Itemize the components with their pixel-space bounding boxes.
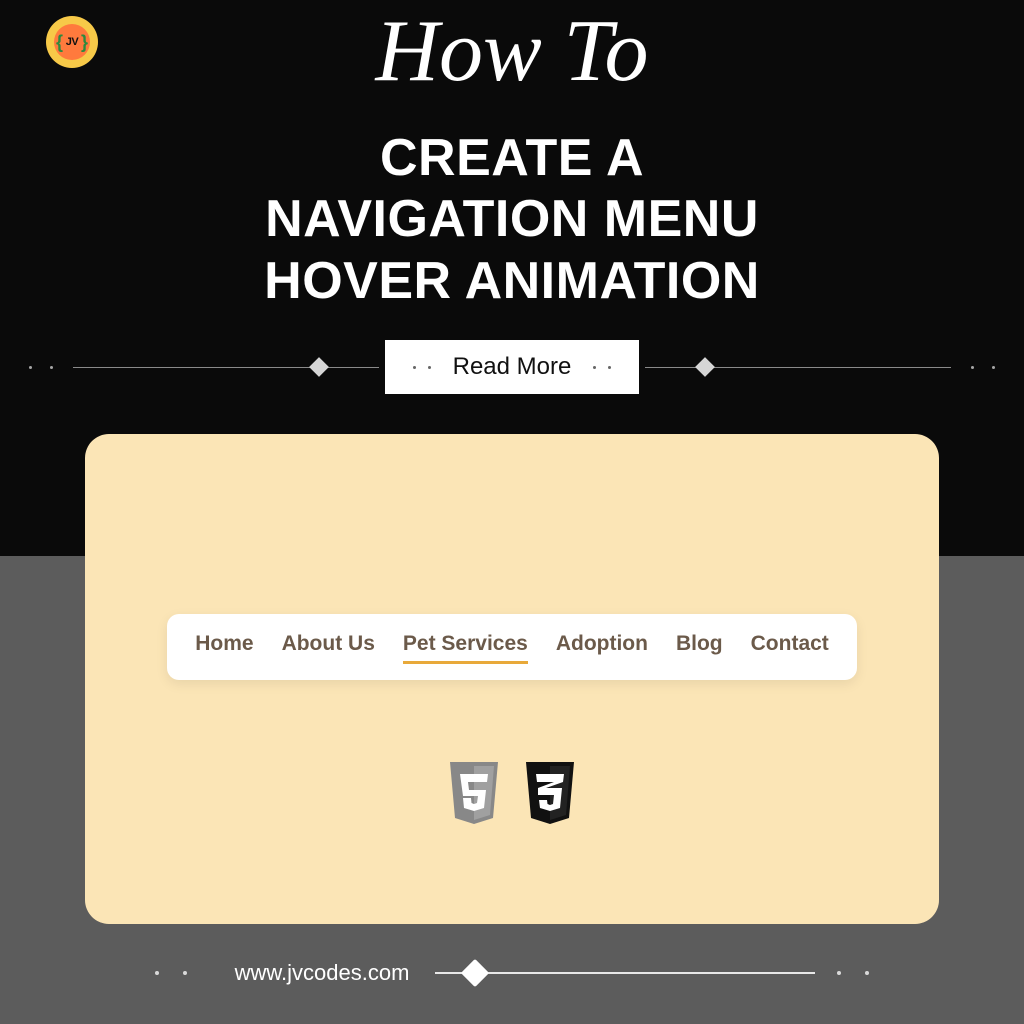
nav-item-home[interactable]: Home [195,632,253,662]
read-more-label: Read More [453,353,572,381]
footer-dots-left [133,971,209,975]
decorative-dots-icon [413,366,431,369]
divider-with-cta: Read More [0,340,1024,394]
diamond-icon [695,357,715,377]
html5-icon [444,760,504,828]
headline-line-1: CREATE A [0,128,1024,189]
diamond-icon [309,357,329,377]
nav-item-about[interactable]: About Us [282,632,375,662]
diamond-icon [461,959,489,987]
decorative-dots-left [9,366,73,369]
css3-icon [520,760,580,828]
decorative-dots-right [951,366,1015,369]
footer-line-right [475,972,815,974]
headline-line-2: NAVIGATION MENU [0,189,1024,250]
tech-badges [0,760,1024,828]
page-title: CREATE A NAVIGATION MENU HOVER ANIMATION [0,128,1024,312]
read-more-button[interactable]: Read More [385,340,640,394]
footer-dots-right [815,971,891,975]
nav-item-adoption[interactable]: Adoption [556,632,648,662]
decorative-dots-icon [593,366,611,369]
eyebrow-text: How To [0,8,1024,96]
divider-line-left [73,367,319,368]
headline-line-3: HOVER ANIMATION [0,251,1024,312]
divider-line-right [705,367,951,368]
demo-nav-bar: Home About Us Pet Services Adoption Blog… [167,614,857,680]
nav-item-services[interactable]: Pet Services [403,632,528,662]
footer-row: www.jvcodes.com [0,960,1024,986]
nav-item-contact[interactable]: Contact [751,632,829,662]
nav-item-blog[interactable]: Blog [676,632,723,662]
preview-card: Home About Us Pet Services Adoption Blog… [85,434,939,924]
footer-url[interactable]: www.jvcodes.com [235,960,410,986]
